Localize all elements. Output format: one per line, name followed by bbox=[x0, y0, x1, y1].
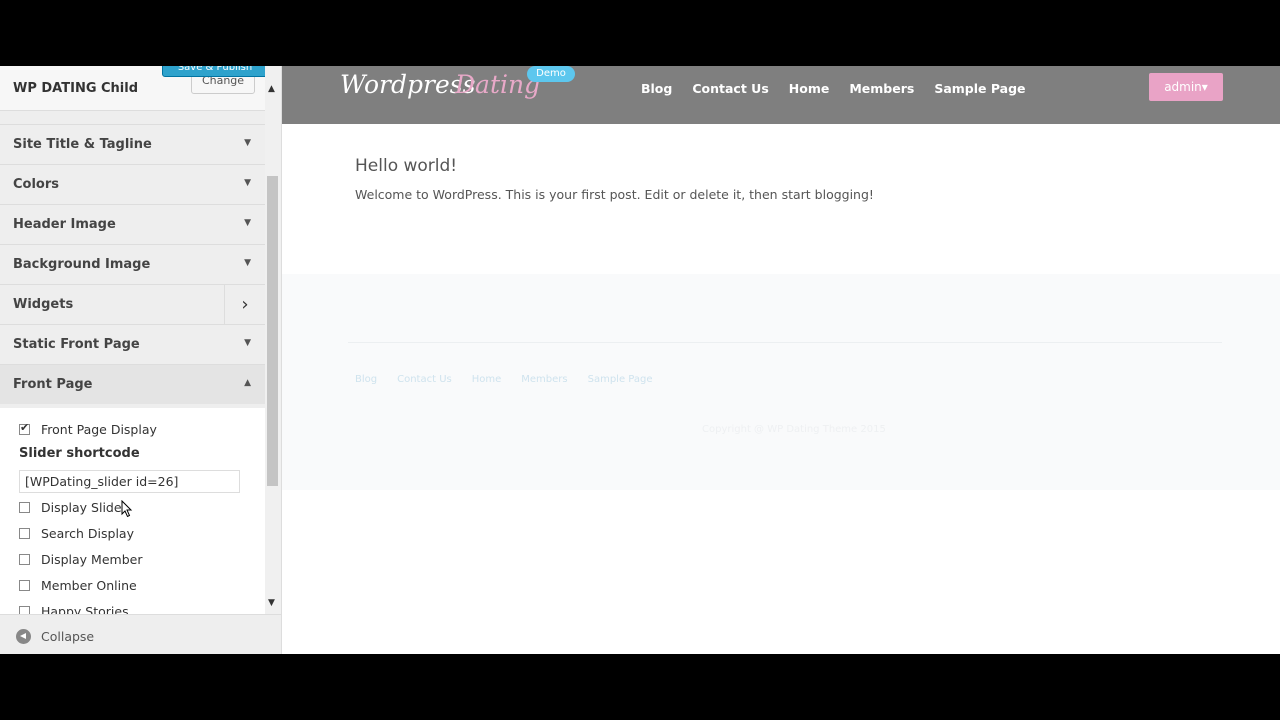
display-slider-checkbox[interactable] bbox=[19, 501, 30, 513]
section-label: Colors bbox=[13, 177, 60, 192]
section-label: Static Front Page bbox=[13, 337, 140, 352]
section-label: Widgets bbox=[13, 297, 74, 312]
scroll-up-icon[interactable]: ▲ bbox=[268, 84, 275, 94]
footer-navigation: Blog Contact Us Home Members Sample Page bbox=[355, 374, 653, 385]
slider-shortcode-input[interactable] bbox=[19, 470, 240, 493]
admin-menu-button[interactable]: admin▾ bbox=[1149, 73, 1223, 101]
mouse-cursor-icon bbox=[121, 500, 133, 518]
scrollbar-thumb[interactable] bbox=[267, 176, 278, 486]
caret-down-icon: ▼ bbox=[244, 178, 251, 188]
section-label: Background Image bbox=[13, 257, 151, 272]
footer-link-contact-us[interactable]: Contact Us bbox=[397, 374, 452, 385]
option-label: Search Display bbox=[41, 525, 134, 541]
site-footer: Blog Contact Us Home Members Sample Page… bbox=[282, 274, 1280, 490]
member-online-checkbox[interactable] bbox=[19, 579, 30, 591]
section-label: Site Title & Tagline bbox=[13, 137, 152, 152]
footer-link-home[interactable]: Home bbox=[472, 374, 502, 385]
option-label: Display Member bbox=[41, 551, 143, 567]
option-label: Front Page Display bbox=[41, 421, 157, 437]
nav-item-home[interactable]: Home bbox=[789, 81, 830, 96]
site-header: Wordpress Dating Demo Blog Contact Us Ho… bbox=[282, 66, 1280, 124]
section-label: Header Image bbox=[13, 217, 116, 232]
option-label: Member Online bbox=[41, 577, 137, 593]
theme-name: WP DATING Child bbox=[13, 81, 139, 96]
section-static-front-page[interactable]: Static Front Page ▼ bbox=[0, 324, 265, 364]
nav-item-contact-us[interactable]: Contact Us bbox=[692, 81, 768, 96]
save-publish-button[interactable]: Save & Publish bbox=[162, 66, 268, 77]
caret-down-icon: ▼ bbox=[244, 258, 251, 268]
option-label: Display Slider bbox=[41, 499, 127, 515]
post-title[interactable]: Hello world! bbox=[355, 156, 457, 176]
customizer-sections: Site Title & Tagline ▼ Colors ▼ Header I… bbox=[0, 124, 265, 404]
nav-item-blog[interactable]: Blog bbox=[641, 81, 672, 96]
main-navigation: Blog Contact Us Home Members Sample Page bbox=[641, 81, 1026, 96]
sidebar-scrollbar[interactable]: ▲ ▼ bbox=[265, 66, 281, 626]
caret-down-icon: ▼ bbox=[244, 338, 251, 348]
customizer-window: WP DATING Child Change Save & Publish Si… bbox=[0, 66, 1280, 654]
caret-up-icon: ▲ bbox=[244, 378, 251, 388]
footer-link-blog[interactable]: Blog bbox=[355, 374, 377, 385]
section-site-title-tagline[interactable]: Site Title & Tagline ▼ bbox=[0, 124, 265, 164]
footer-divider bbox=[348, 342, 1222, 343]
sidebar-footer: Collapse bbox=[0, 614, 281, 654]
nav-item-members[interactable]: Members bbox=[849, 81, 914, 96]
display-slider-option[interactable]: Display Slider bbox=[19, 498, 127, 516]
copyright-text: Copyright @ WP Dating Theme 2015 bbox=[702, 424, 886, 435]
footer-link-sample-page[interactable]: Sample Page bbox=[588, 374, 653, 385]
section-colors[interactable]: Colors ▼ bbox=[0, 164, 265, 204]
change-theme-button[interactable]: Change bbox=[191, 74, 255, 94]
search-display-option[interactable]: Search Display bbox=[19, 524, 134, 542]
demo-badge: Demo bbox=[527, 66, 575, 82]
display-member-option[interactable]: Display Member bbox=[19, 550, 142, 568]
collapse-arrow-icon[interactable] bbox=[16, 629, 31, 644]
scroll-down-icon[interactable]: ▼ bbox=[268, 598, 275, 608]
display-member-checkbox[interactable] bbox=[19, 553, 30, 565]
section-widgets[interactable]: Widgets › bbox=[0, 284, 265, 324]
search-display-checkbox[interactable] bbox=[19, 527, 30, 539]
caret-down-icon: ▼ bbox=[244, 218, 251, 228]
site-preview: Wordpress Dating Demo Blog Contact Us Ho… bbox=[282, 66, 1280, 654]
slider-shortcode-title: Slider shortcode bbox=[19, 446, 140, 461]
caret-down-icon: ▼ bbox=[244, 138, 251, 148]
chevron-right-icon[interactable]: › bbox=[224, 285, 265, 324]
front-page-display-checkbox[interactable] bbox=[19, 421, 30, 435]
front-page-display-option[interactable]: Front Page Display bbox=[19, 420, 157, 438]
section-label: Front Page bbox=[13, 377, 93, 392]
post-body: Welcome to WordPress. This is your first… bbox=[355, 187, 874, 202]
customizer-sidebar: WP DATING Child Change Save & Publish Si… bbox=[0, 66, 282, 654]
section-background-image[interactable]: Background Image ▼ bbox=[0, 244, 265, 284]
nav-item-sample-page[interactable]: Sample Page bbox=[934, 81, 1025, 96]
member-online-option[interactable]: Member Online bbox=[19, 576, 137, 594]
footer-link-members[interactable]: Members bbox=[521, 374, 567, 385]
section-header-image[interactable]: Header Image ▼ bbox=[0, 204, 265, 244]
section-front-page[interactable]: Front Page ▲ bbox=[0, 364, 265, 404]
collapse-button[interactable]: Collapse bbox=[41, 629, 94, 644]
